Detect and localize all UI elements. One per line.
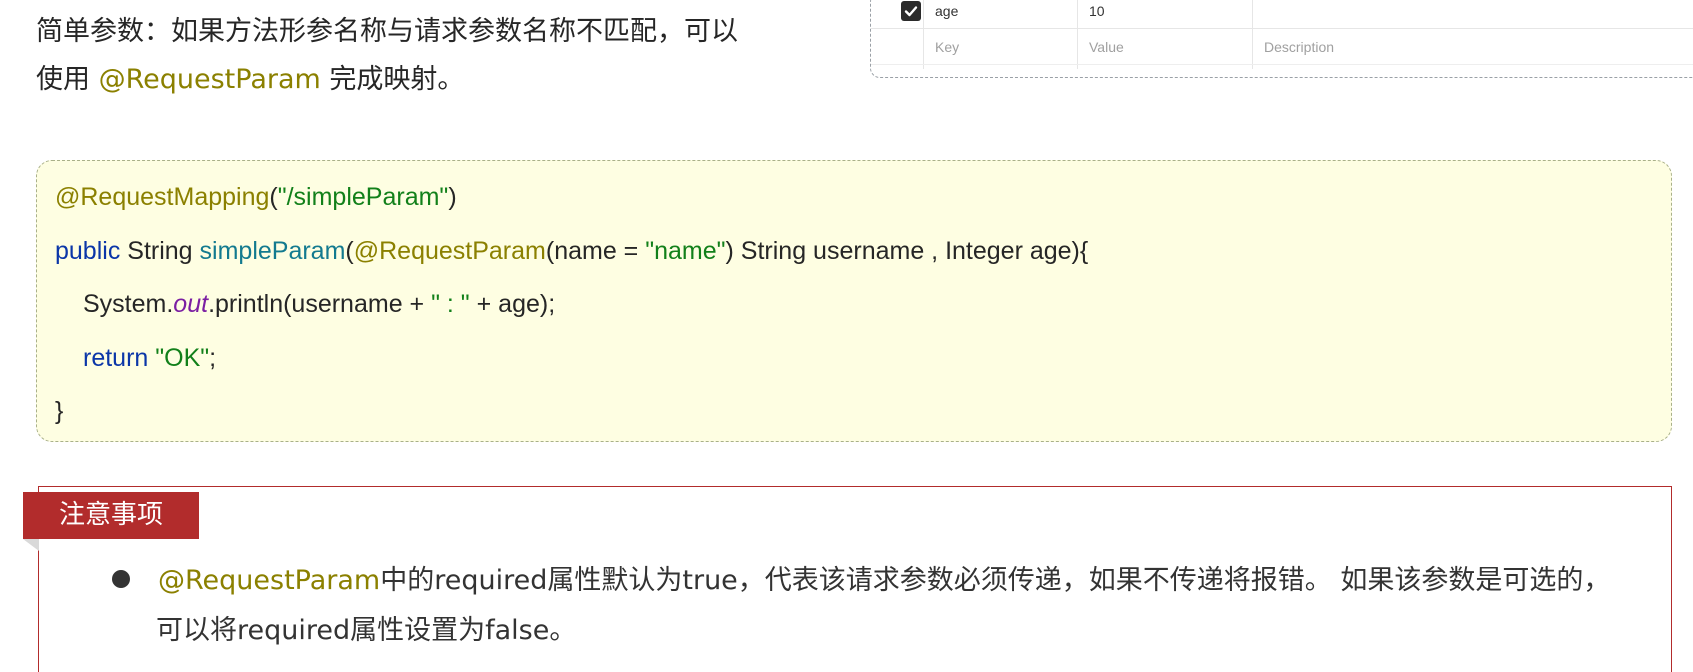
code-punct: ; xyxy=(209,344,217,372)
code-block: @RequestMapping("/simpleParam") public S… xyxy=(36,160,1672,442)
notice-text-2: 可以将required属性设置为false。 xyxy=(156,615,577,646)
intro-line-2: 使用 @RequestParam 完成映射。 xyxy=(36,56,816,104)
intro-text-after: 完成映射。 xyxy=(320,64,465,95)
intro-text-before: 使用 xyxy=(36,64,99,95)
code-keyword: return xyxy=(83,344,149,372)
notice-tag-fold xyxy=(23,539,39,551)
table-row-empty: Key Value Description xyxy=(871,29,1693,65)
code-text: ) String username , Integer age){ xyxy=(725,237,1089,265)
code-line-4: return "OK"; xyxy=(55,343,216,373)
code-text: System. xyxy=(83,290,174,318)
code-string: "name" xyxy=(645,237,726,265)
code-annotation: @RequestParam xyxy=(353,237,546,265)
param-key-cell[interactable]: age xyxy=(935,0,958,28)
code-string: "OK" xyxy=(155,344,210,372)
table-row: age 10 xyxy=(871,0,1693,29)
param-value-cell[interactable]: 10 xyxy=(1089,0,1105,28)
code-string: " : " xyxy=(431,290,470,318)
value-placeholder[interactable]: Value xyxy=(1089,29,1124,64)
checkbox-checked-icon[interactable] xyxy=(901,1,921,21)
notice-annotation: @RequestParam xyxy=(158,565,381,596)
description-placeholder[interactable]: Description xyxy=(1264,29,1334,64)
intro-text: 简单参数：如果方法形参名称与请求参数名称不匹配，可以 xyxy=(36,16,738,47)
notice-tag: 注意事项 xyxy=(23,492,199,539)
notice-text-1: 中的required属性默认为true，代表该请求参数必须传递，如果不传递将报错… xyxy=(380,565,1611,596)
intro-paragraph: 简单参数：如果方法形参名称与请求参数名称不匹配，可以 使用 @RequestPa… xyxy=(36,8,816,104)
key-placeholder[interactable]: Key xyxy=(935,29,959,64)
code-text: .println(username + xyxy=(208,290,432,318)
code-punct: ) xyxy=(448,183,457,211)
intro-line-1: 简单参数：如果方法形参名称与请求参数名称不匹配，可以 xyxy=(36,8,816,56)
code-line-5: } xyxy=(55,396,63,426)
code-static-field: out xyxy=(173,290,209,318)
code-punct: ( xyxy=(269,183,278,211)
code-method-name: simpleParam xyxy=(199,237,346,265)
code-keyword: public xyxy=(55,237,121,265)
code-line-2: public String simpleParam(@RequestParam(… xyxy=(55,236,1088,266)
code-text: (name = xyxy=(545,237,646,265)
code-annotation: @RequestMapping xyxy=(55,183,270,211)
document-page: 简单参数：如果方法形参名称与请求参数名称不匹配，可以 使用 @RequestPa… xyxy=(0,0,1693,672)
code-punct: } xyxy=(55,397,64,425)
bullet-icon xyxy=(112,570,130,588)
code-text: String xyxy=(120,237,200,265)
code-string: "/simpleParam" xyxy=(277,183,449,211)
notice-text: @RequestParam中的required属性默认为true，代表该请求参数… xyxy=(156,556,1648,656)
code-punct: ( xyxy=(345,237,354,265)
intro-annotation: @RequestParam xyxy=(98,64,321,95)
code-line-3: System.out.println(username + " : " + ag… xyxy=(55,289,555,319)
code-text: + age); xyxy=(469,290,556,318)
query-params-table: age 10 Key Value Description xyxy=(870,0,1693,78)
code-line-1: @RequestMapping("/simpleParam") xyxy=(55,182,457,212)
